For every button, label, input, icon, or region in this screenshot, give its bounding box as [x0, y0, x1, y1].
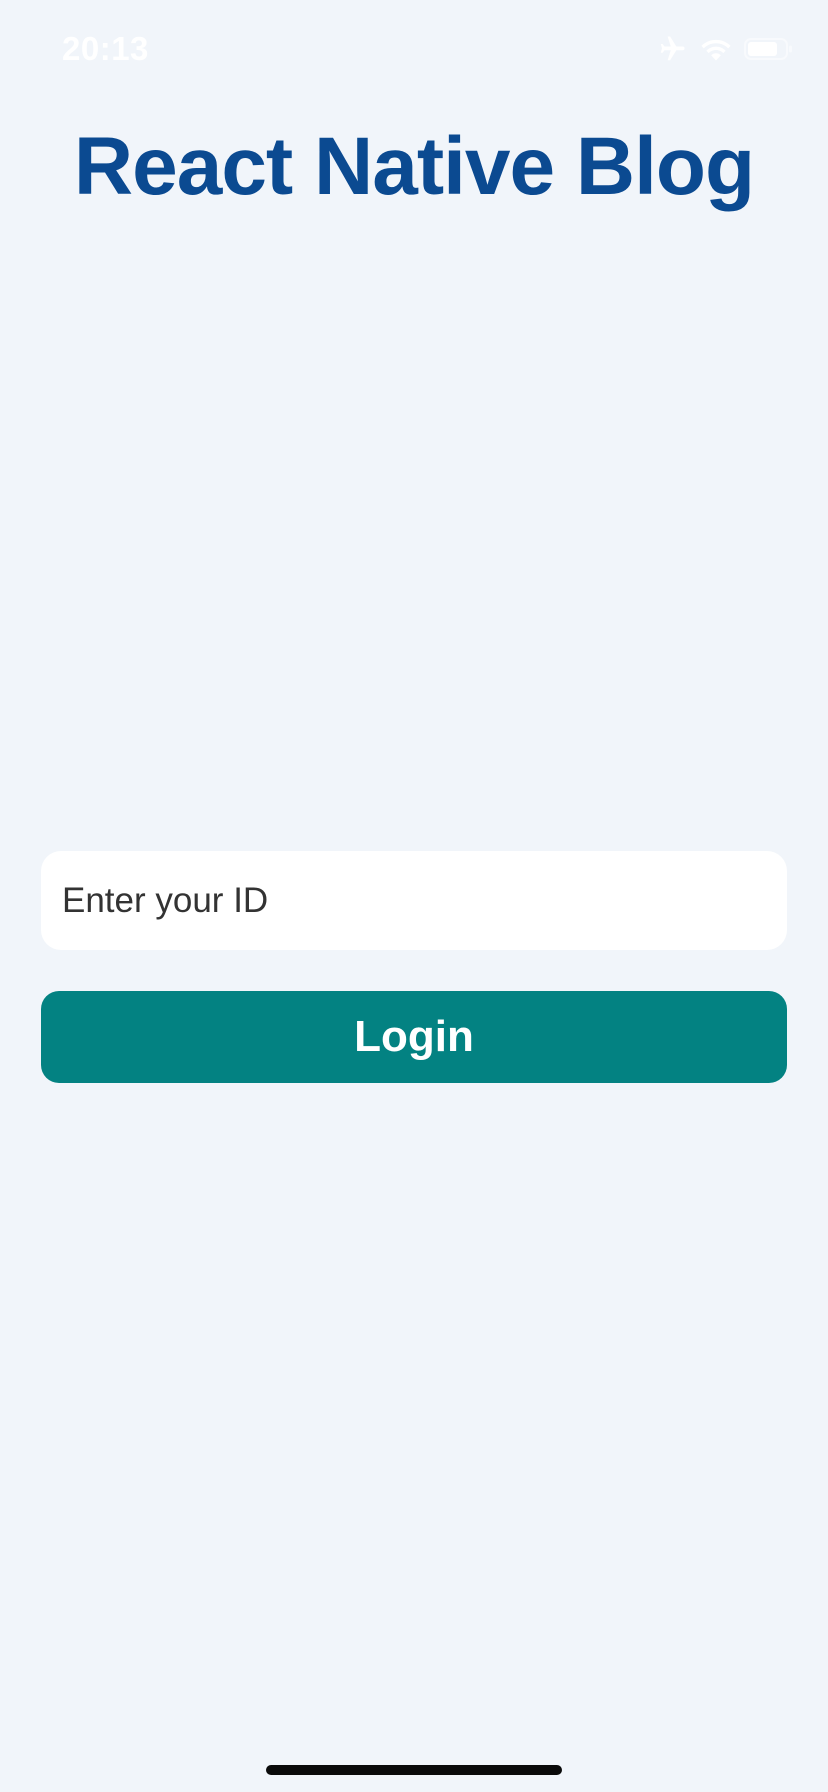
airplane-icon — [656, 34, 688, 64]
wifi-icon — [700, 36, 732, 62]
home-indicator — [266, 1765, 562, 1775]
login-button[interactable]: Login — [41, 991, 787, 1083]
battery-icon — [744, 37, 794, 61]
id-input[interactable] — [41, 851, 787, 950]
status-bar: 20:13 — [0, 0, 828, 100]
app-title: React Native Blog — [73, 121, 755, 212]
status-time: 20:13 — [62, 30, 149, 67]
status-icons — [656, 34, 794, 64]
